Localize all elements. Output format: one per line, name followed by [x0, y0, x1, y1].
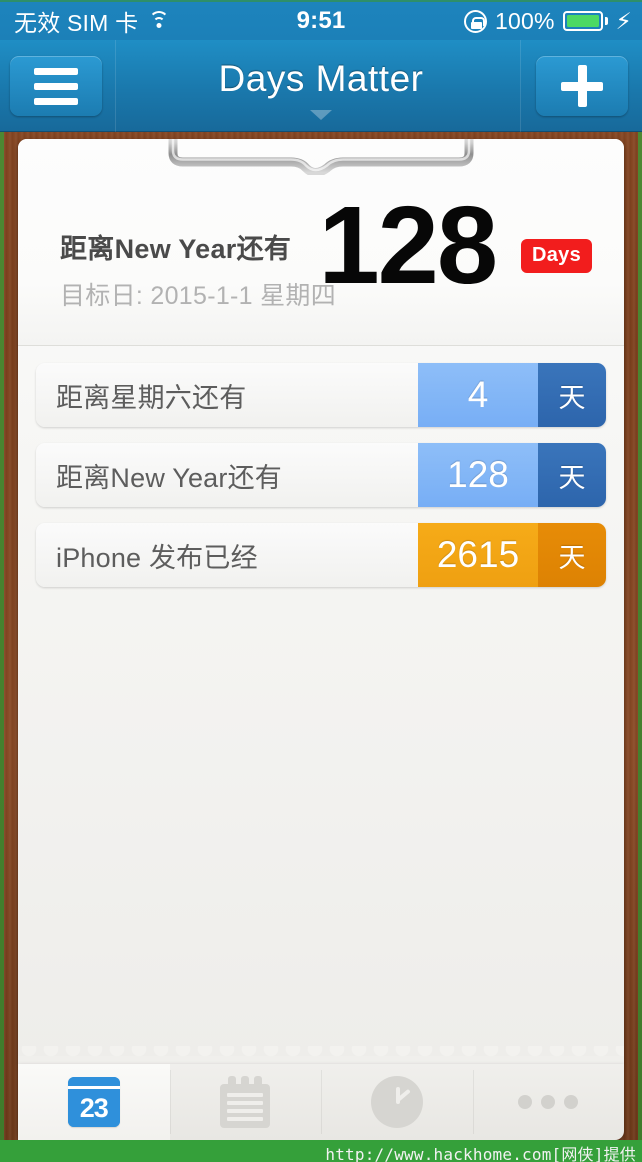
list-item-unit: 天	[538, 443, 606, 507]
plus-icon	[561, 65, 603, 107]
days-badge: Days	[520, 239, 592, 273]
featured-subtitle: 目标日: 2015-1-1 星期四	[60, 282, 337, 310]
featured-day-count: 128	[318, 184, 498, 307]
list-item-value: 2615	[418, 523, 538, 587]
watermark-bar: http://www.hackhome.com[网侠]提供	[0, 1140, 642, 1162]
list-item-unit: 天	[538, 363, 606, 427]
clipboard-paper: 距离New Year还有 目标日: 2015-1-1 星期四 128 Days …	[18, 139, 624, 1064]
list-item-value: 4	[418, 363, 538, 427]
tab-calendar[interactable]: 23	[18, 1064, 170, 1140]
navigation-bar: Days Matter	[0, 40, 642, 132]
app-screen: 无效 SIM 卡 9:51 100% ⚡ Days Matter 距离New Y…	[0, 0, 642, 1162]
screen-edge-right	[638, 0, 642, 1140]
tab-history[interactable]	[321, 1064, 473, 1140]
featured-title: 距离New Year还有	[60, 234, 292, 264]
featured-text-group: 距离New Year还有 目标日: 2015-1-1 星期四	[60, 227, 336, 312]
more-dots-icon	[518, 1095, 579, 1109]
add-event-button[interactable]	[536, 56, 628, 116]
notepad-icon	[220, 1076, 271, 1128]
status-bar: 无效 SIM 卡 9:51 100% ⚡	[0, 0, 642, 40]
tab-more[interactable]	[472, 1064, 625, 1140]
watermark-text: http://www.hackhome.com[网侠]提供	[325, 1145, 636, 1162]
screen-edge-left	[0, 0, 4, 1140]
status-bar-right: 100% ⚡	[464, 8, 642, 35]
clipboard-clip-icon	[165, 139, 477, 175]
tab-notes[interactable]	[169, 1064, 322, 1140]
list-item-label: iPhone 发布已经	[36, 523, 418, 587]
clock-icon	[370, 1076, 423, 1128]
carrier-label: 无效 SIM 卡	[14, 10, 139, 36]
list-item-label: 距离New Year还有	[36, 443, 418, 507]
featured-countdown-card[interactable]: 距离New Year还有 目标日: 2015-1-1 星期四 128 Days	[18, 139, 624, 346]
list-item[interactable]: 距离New Year还有 128 天	[36, 443, 606, 507]
wifi-icon	[147, 11, 171, 30]
battery-icon	[562, 11, 603, 31]
list-item[interactable]: 距离星期六还有 4 天	[36, 363, 606, 427]
calendar-icon: 23	[67, 1077, 120, 1127]
status-bar-left: 无效 SIM 卡	[0, 4, 171, 38]
countdown-list: 距离星期六还有 4 天 距离New Year还有 128 天 iPhone 发布…	[18, 346, 624, 587]
calendar-day-number: 23	[67, 1089, 120, 1127]
tab-bar: 23	[18, 1064, 624, 1140]
list-item-label: 距离星期六还有	[36, 363, 418, 427]
chevron-down-icon[interactable]	[310, 110, 332, 120]
charging-bolt-icon: ⚡	[615, 7, 632, 34]
list-item[interactable]: iPhone 发布已经 2615 天	[36, 523, 606, 587]
rotation-lock-icon	[464, 9, 487, 33]
list-item-unit: 天	[538, 523, 606, 587]
battery-nub	[604, 17, 608, 25]
battery-percent-label: 100%	[495, 7, 555, 34]
list-item-value: 128	[418, 443, 538, 507]
